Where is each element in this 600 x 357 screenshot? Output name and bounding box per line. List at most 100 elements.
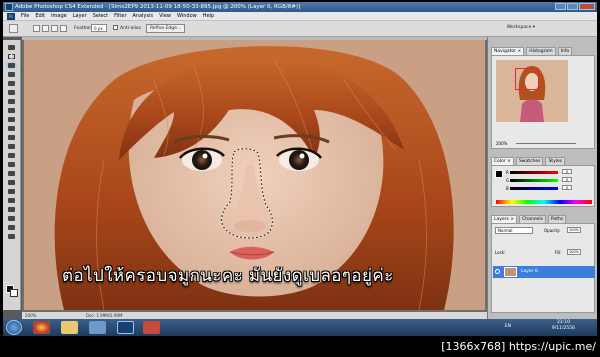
menu-view[interactable]: View — [159, 12, 171, 20]
antialias-label: Anti-alias — [120, 26, 141, 31]
workspace-dropdown[interactable]: Workspace ▾ — [507, 25, 535, 30]
feather-input[interactable]: 0 px — [91, 24, 107, 32]
eraser-tool-icon[interactable] — [6, 134, 17, 141]
intersect-selection-icon[interactable] — [60, 25, 67, 32]
folder-icon[interactable] — [61, 321, 78, 334]
opacity-input[interactable]: 100% — [567, 227, 581, 233]
layers-panel-tabs: Layers × Channels Paths — [491, 215, 567, 223]
photoshop-taskbar-icon[interactable] — [117, 321, 134, 334]
type-tool-icon[interactable] — [6, 179, 17, 186]
blend-mode-dropdown[interactable]: Normal — [495, 227, 533, 234]
healing-brush-tool-icon[interactable] — [6, 98, 17, 105]
add-selection-icon[interactable] — [42, 25, 49, 32]
3d-orbit-tool-icon[interactable] — [6, 215, 17, 222]
upic-watermark: [1366x768] https://upic.me/ — [441, 340, 596, 353]
navigator-view-box[interactable] — [515, 68, 539, 90]
path-select-tool-icon[interactable] — [6, 188, 17, 195]
zoom-tool-icon[interactable] — [6, 233, 17, 240]
3d-rotate-tool-icon[interactable] — [6, 206, 17, 213]
navigator-thumbnail[interactable] — [496, 60, 568, 122]
channel-b-value[interactable]: 0 — [562, 185, 572, 190]
menu-file[interactable]: File — [21, 12, 29, 20]
zoom-level[interactable]: 200% — [25, 312, 36, 319]
panels-dock: Navigator × Histogram Info 200% Color × … — [487, 37, 597, 319]
tools-panel — [3, 40, 21, 310]
system-clock[interactable]: 21:10 9/11/2556 — [552, 320, 575, 332]
menu-layer[interactable]: Layer — [73, 12, 87, 20]
subtract-selection-icon[interactable] — [51, 25, 58, 32]
image-canvas[interactable]: ต่อไปให้ครอบจมูกนะคะ มันยังดูเบลอๆอยู่ค่… — [24, 40, 485, 310]
visibility-eye-icon[interactable] — [495, 269, 500, 274]
hand-tool-icon[interactable] — [6, 224, 17, 231]
blur-tool-icon[interactable] — [6, 152, 17, 159]
channel-r-slider[interactable] — [510, 171, 558, 174]
channel-b-slider[interactable] — [510, 187, 558, 190]
history-brush-tool-icon[interactable] — [6, 125, 17, 132]
color-fg-swatch[interactable] — [495, 170, 503, 178]
menu-image[interactable]: Image — [51, 12, 67, 20]
color-panel-tabs: Color × Swatches Styles — [491, 157, 566, 165]
gradient-tool-icon[interactable] — [6, 143, 17, 150]
channel-g-value[interactable]: 0 — [562, 177, 572, 182]
layer-thumbnail — [504, 267, 517, 277]
color-panel: R 0 G 0 B 0 — [491, 165, 595, 207]
lasso-tool-icon[interactable] — [6, 62, 17, 69]
tab-channels[interactable]: Channels — [519, 215, 546, 223]
chrome-icon[interactable] — [33, 321, 50, 334]
media-icon[interactable] — [89, 321, 106, 334]
tab-swatches[interactable]: Swatches — [515, 157, 544, 165]
tab-layers[interactable]: Layers × — [491, 215, 518, 223]
shape-tool-icon[interactable] — [6, 197, 17, 204]
navigator-zoom-slider[interactable] — [516, 143, 576, 144]
fill-input[interactable]: 100% — [567, 249, 581, 255]
tab-histogram[interactable]: Histogram — [526, 47, 556, 55]
channel-r-label: R — [506, 170, 509, 175]
menu-window[interactable]: Window — [177, 12, 197, 20]
color-spectrum-bar[interactable] — [496, 200, 592, 204]
menu-bar: Ps File Edit Image Layer Select Filter A… — [3, 12, 597, 21]
antialias-checkbox[interactable] — [113, 25, 118, 30]
layer-name[interactable]: Layer 0 — [521, 266, 538, 278]
tab-navigator[interactable]: Navigator × — [491, 47, 525, 55]
pen-tool-icon[interactable] — [6, 170, 17, 177]
tab-info[interactable]: Info — [557, 47, 573, 55]
menu-edit[interactable]: Edit — [35, 12, 45, 20]
lasso-tool-preset-icon[interactable] — [9, 24, 18, 33]
channel-b-label: B — [506, 186, 509, 191]
minimize-button[interactable] — [555, 3, 566, 10]
maximize-button[interactable] — [567, 3, 578, 10]
crop-tool-icon[interactable] — [6, 80, 17, 87]
menu-analysis[interactable]: Analysis — [133, 12, 154, 20]
channel-r-value[interactable]: 0 — [562, 169, 572, 174]
window-controls — [555, 3, 595, 10]
marquee-tool-icon[interactable] — [6, 53, 17, 60]
dodge-tool-icon[interactable] — [6, 161, 17, 168]
document-status-bar: 200% Doc: 1.99M/2.99M — [22, 312, 487, 319]
start-button[interactable] — [6, 320, 22, 335]
quick-select-tool-icon[interactable] — [6, 71, 17, 78]
title-bar: Adobe Photoshop CS4 Extended - [Sims2EP9… — [3, 2, 597, 12]
language-indicator[interactable]: EN — [505, 324, 511, 329]
clone-stamp-tool-icon[interactable] — [6, 116, 17, 123]
tab-styles[interactable]: Styles — [545, 157, 566, 165]
channel-g-label: G — [506, 178, 510, 183]
window-title: Adobe Photoshop CS4 Extended - [Sims2EP9… — [15, 4, 301, 10]
menu-select[interactable]: Select — [93, 12, 108, 20]
tab-paths[interactable]: Paths — [547, 215, 567, 223]
close-button[interactable] — [579, 3, 595, 10]
app-taskbar-icon[interactable] — [143, 321, 160, 334]
move-tool-icon[interactable] — [6, 44, 17, 51]
new-selection-icon[interactable] — [33, 25, 40, 32]
menu-filter[interactable]: Filter — [114, 12, 126, 20]
navigator-panel: 200% — [491, 55, 595, 149]
layer-row[interactable]: Layer 0 — [493, 266, 595, 278]
channel-g-slider[interactable] — [510, 179, 558, 182]
photoshop-app-icon — [5, 3, 13, 11]
eyedropper-tool-icon[interactable] — [6, 89, 17, 96]
tab-color[interactable]: Color × — [491, 157, 514, 165]
background-color-swatch[interactable] — [10, 289, 18, 297]
brush-tool-icon[interactable] — [6, 107, 17, 114]
menu-help[interactable]: Help — [203, 12, 214, 20]
navigator-zoom-value[interactable]: 200% — [496, 141, 507, 146]
refine-edge-button[interactable]: Refine Edge... — [146, 24, 186, 33]
